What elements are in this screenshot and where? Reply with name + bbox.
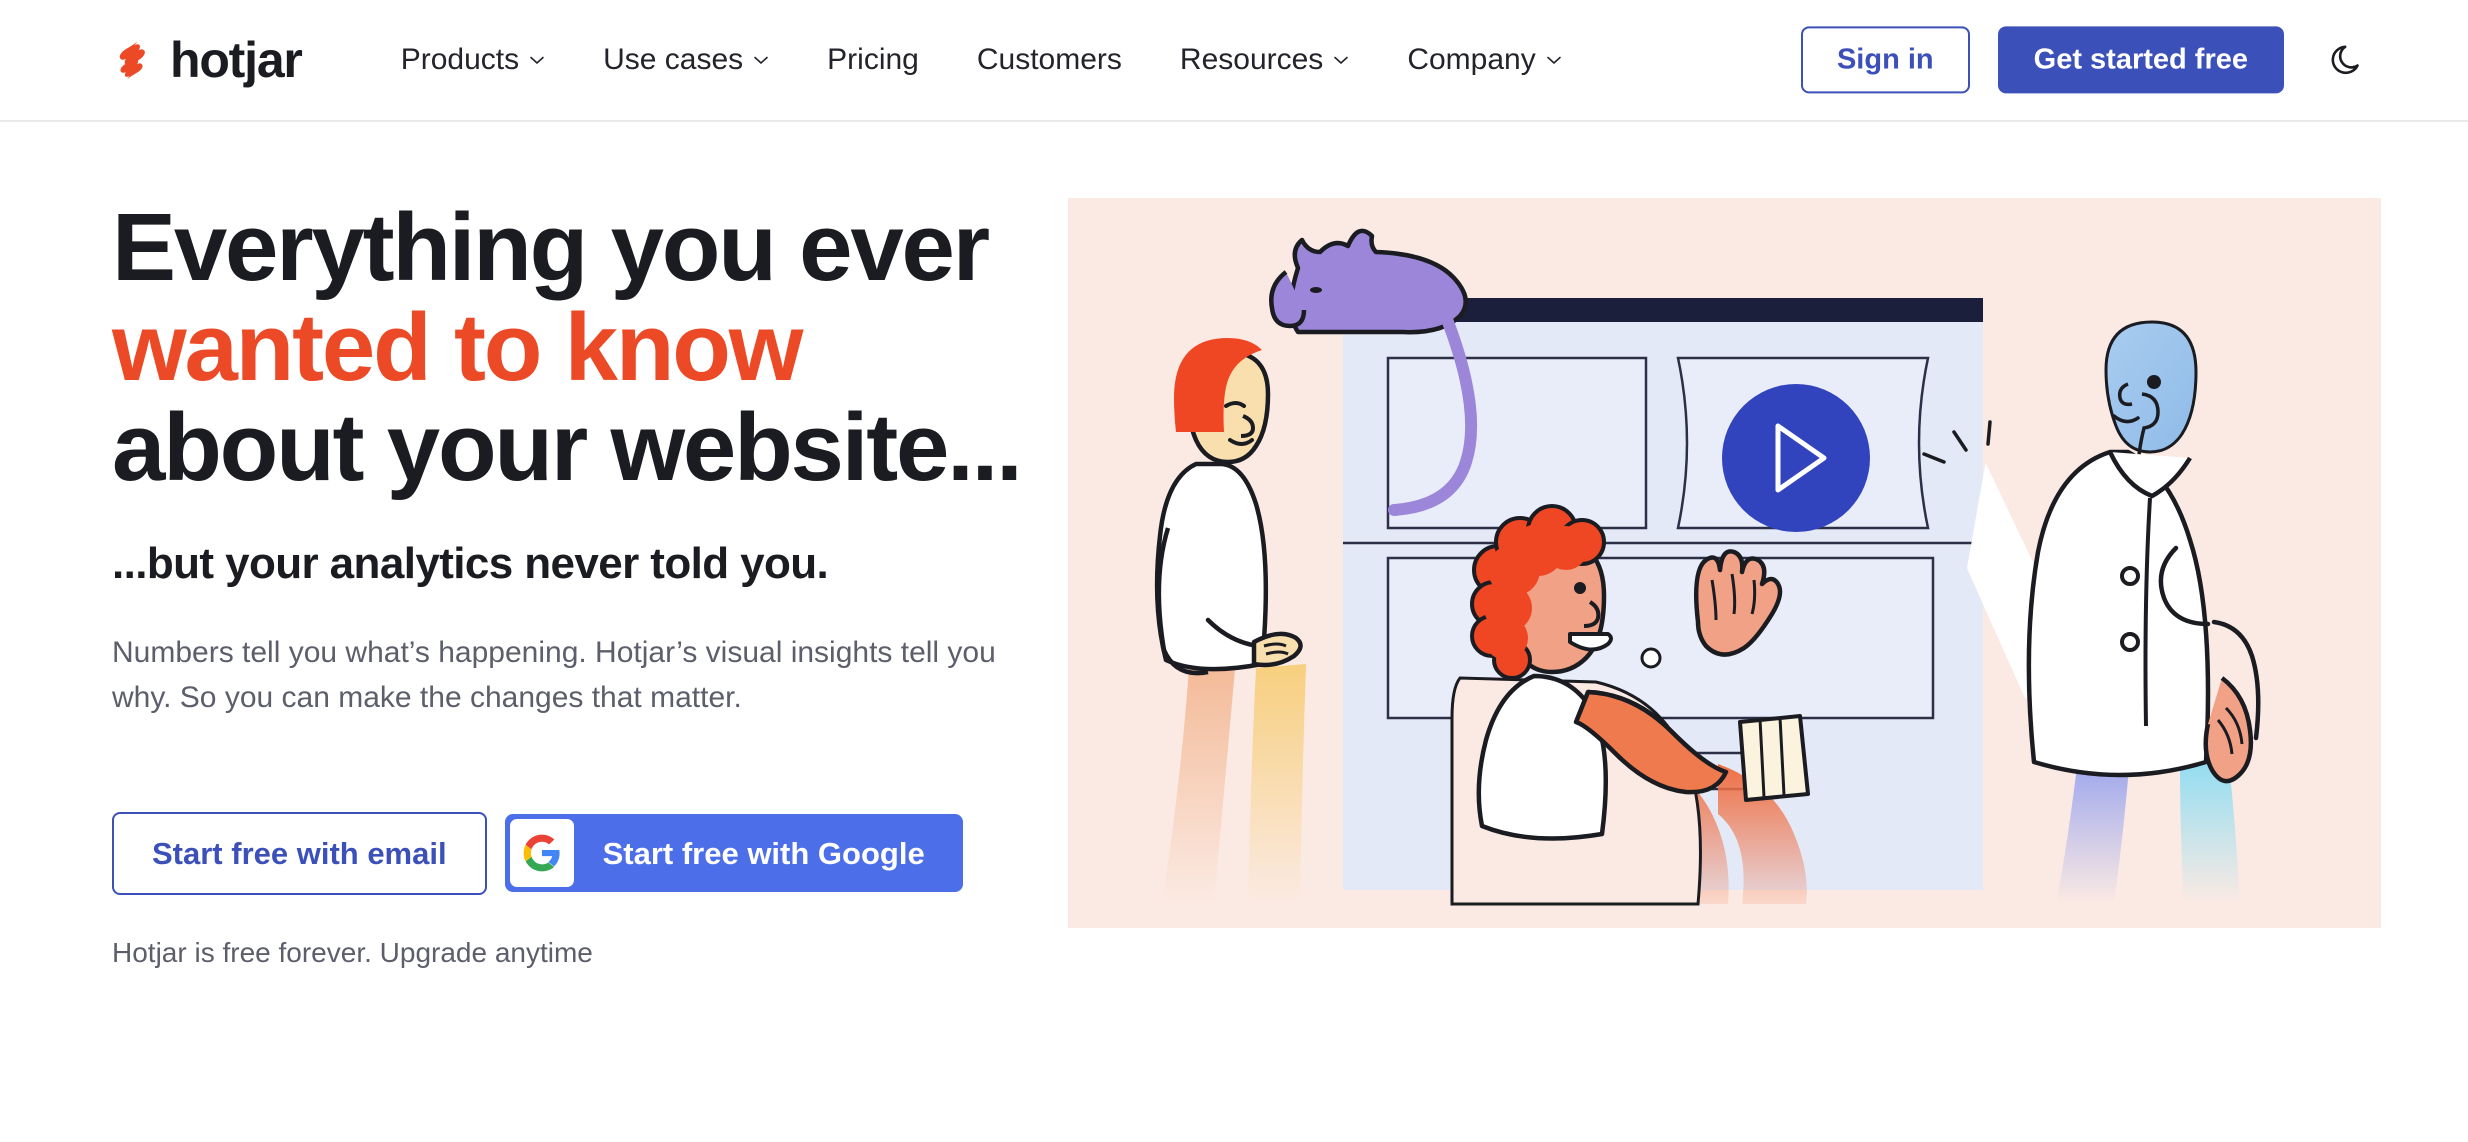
chevron-down-icon — [1334, 56, 1349, 64]
get-started-free-button[interactable]: Get started free — [1997, 26, 2284, 94]
hero-illustration-artwork — [1068, 198, 2381, 928]
chevron-down-icon — [754, 56, 768, 64]
page-title: Everything you ever wanted to know about… — [112, 198, 1032, 497]
headline-accent: wanted to know — [112, 293, 803, 401]
hotjar-flame-logo-icon — [119, 41, 145, 80]
google-button-label: Start free with Google — [602, 835, 925, 871]
hero-illustration — [1068, 198, 2381, 928]
nav-item-pricing[interactable]: Pricing — [798, 43, 948, 77]
google-g-icon — [523, 835, 560, 872]
nav-label: Use cases — [603, 43, 744, 76]
hero-body-text: Numbers tell you what’s happening. Hotja… — [112, 636, 996, 714]
hero-cta-row: Start free with email Start free with Go… — [112, 811, 1040, 896]
main-navigation: Products Use cases Pricing Customers Res… — [372, 43, 1591, 77]
nav-label: Resources — [1179, 43, 1324, 76]
chevron-down-icon — [530, 56, 544, 64]
hotjar-logo-link[interactable]: hotjar — [110, 32, 303, 88]
start-free-with-email-button[interactable]: Start free with email — [112, 811, 487, 896]
nav-label: Company — [1407, 43, 1536, 76]
hero-subheadline: ...but your analytics never told you. — [112, 539, 829, 589]
google-g-badge — [509, 819, 574, 888]
chevron-down-icon — [1546, 56, 1561, 64]
hero-fineprint: Hotjar is free forever. Upgrade anytime — [112, 937, 593, 969]
headline-part-1: Everything you ever — [112, 194, 990, 301]
site-header: hotjar Products Use cases Pricing Custom… — [0, 0, 2468, 122]
nav-label: Products — [400, 43, 520, 76]
nav-item-products[interactable]: Products — [372, 43, 574, 77]
hero-section: Everything you ever wanted to know about… — [0, 122, 2468, 969]
moon-icon — [2331, 45, 2359, 74]
header-actions: Sign in Get started free — [1800, 26, 2376, 94]
nav-item-use-cases[interactable]: Use cases — [574, 43, 798, 77]
nav-item-company[interactable]: Company — [1378, 43, 1590, 77]
sign-in-button[interactable]: Sign in — [1800, 26, 1970, 94]
headline-part-2: about your website... — [112, 393, 1023, 501]
nav-item-customers[interactable]: Customers — [948, 43, 1151, 77]
dark-mode-toggle-button[interactable] — [2318, 31, 2376, 89]
hotjar-wordmark: hotjar — [170, 32, 303, 88]
nav-label: Pricing — [827, 43, 919, 76]
hero-copy-column: Everything you ever wanted to know about… — [0, 198, 1040, 969]
nav-label: Customers — [976, 43, 1122, 76]
nav-item-resources[interactable]: Resources — [1151, 43, 1378, 77]
start-free-with-google-button[interactable]: Start free with Google — [504, 814, 963, 893]
